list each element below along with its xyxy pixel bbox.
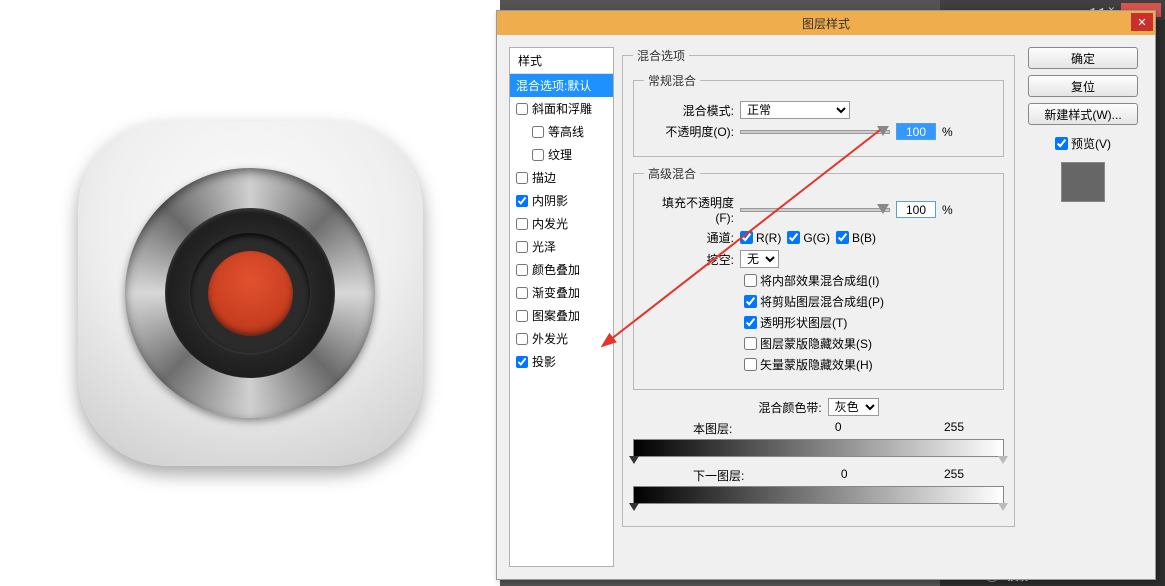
opt-layer-mask-hide[interactable]: 图层蒙版隐藏效果(S)	[744, 335, 872, 352]
dialog-title: 图层样式	[802, 15, 850, 32]
style-item-12[interactable]: 投影	[510, 350, 613, 373]
channel-b-checkbox[interactable]: B(B)	[836, 231, 876, 245]
canvas-area	[0, 0, 500, 586]
opt-inner-fx-group[interactable]: 将内部效果混合成组(I)	[744, 272, 879, 289]
blend-if-label: 混合颜色带:	[758, 399, 821, 416]
style-item-label: 纹理	[548, 146, 572, 163]
opacity-label: 不透明度(O):	[644, 123, 734, 140]
styles-list: 样式 混合选项:默认斜面和浮雕等高线纹理描边内阴影内发光光泽颜色叠加渐变叠加图案…	[509, 47, 614, 567]
range-high: 255	[944, 420, 964, 437]
range-high: 255	[944, 467, 964, 484]
artwork-inner-ring	[190, 233, 310, 353]
blending-options-panel: 混合选项 常规混合 混合模式: 正常 不透明度(O): % 高级混	[622, 47, 1015, 567]
blending-options-group: 混合选项 常规混合 混合模式: 正常 不透明度(O): % 高级混	[622, 47, 1015, 527]
style-checkbox[interactable]	[516, 310, 528, 322]
style-item-4[interactable]: 描边	[510, 166, 613, 189]
fill-opacity-slider[interactable]	[740, 208, 890, 212]
ok-button[interactable]: 确定	[1028, 47, 1138, 69]
style-item-label: 描边	[532, 169, 556, 186]
style-item-10[interactable]: 图案叠加	[510, 304, 613, 327]
general-blend-group: 常规混合 混合模式: 正常 不透明度(O): %	[633, 72, 1004, 157]
this-layer-label: 本图层:	[693, 420, 732, 437]
opt-clip-group[interactable]: 将剪贴图层混合成组(P)	[744, 293, 884, 310]
range-low: 0	[841, 467, 848, 484]
style-checkbox[interactable]	[532, 126, 544, 138]
style-item-label: 等高线	[548, 123, 584, 140]
style-checkbox[interactable]	[516, 333, 528, 345]
style-item-label: 外发光	[532, 330, 568, 347]
style-checkbox[interactable]	[516, 172, 528, 184]
reset-button[interactable]: 复位	[1028, 75, 1138, 97]
preview-swatch	[1061, 162, 1105, 202]
layer-style-dialog: 图层样式 ✕ 样式 混合选项:默认斜面和浮雕等高线纹理描边内阴影内发光光泽颜色叠…	[496, 10, 1156, 580]
style-item-label: 投影	[532, 353, 556, 370]
style-item-9[interactable]: 渐变叠加	[510, 281, 613, 304]
general-blend-legend: 常规混合	[644, 72, 700, 89]
style-item-6[interactable]: 内发光	[510, 212, 613, 235]
style-checkbox[interactable]	[516, 287, 528, 299]
advanced-blend-group: 高级混合 填充不透明度(F): % 通道: R(R) G(G) B(B)	[633, 165, 1004, 390]
opt-transparency-shapes[interactable]: 透明形状图层(T)	[744, 314, 847, 331]
channel-r-checkbox[interactable]: R(R)	[740, 231, 781, 245]
range-low: 0	[835, 420, 842, 437]
style-item-label: 图案叠加	[532, 307, 580, 324]
artwork-rounded-rect	[78, 121, 423, 466]
blend-mode-select[interactable]: 正常	[740, 101, 850, 119]
under-layer-blend-slider[interactable]	[633, 486, 1004, 504]
style-item-0[interactable]: 混合选项:默认	[510, 74, 613, 97]
style-item-1[interactable]: 斜面和浮雕	[510, 97, 613, 120]
preview-checkbox[interactable]: 预览(V)	[1055, 135, 1111, 152]
style-item-label: 混合选项:默认	[516, 77, 591, 94]
under-layer-label: 下一图层:	[693, 467, 744, 484]
fill-opacity-label: 填充不透明度(F):	[644, 194, 734, 225]
blending-options-legend: 混合选项	[633, 47, 689, 64]
style-checkbox[interactable]	[516, 218, 528, 230]
artwork-red-center	[208, 251, 293, 336]
style-item-7[interactable]: 光泽	[510, 235, 613, 258]
this-layer-blend-slider[interactable]	[633, 439, 1004, 457]
opt-vector-mask-hide[interactable]: 矢量蒙版隐藏效果(H)	[744, 356, 873, 373]
style-item-label: 渐变叠加	[532, 284, 580, 301]
advanced-blend-legend: 高级混合	[644, 165, 700, 182]
style-checkbox[interactable]	[532, 149, 544, 161]
artwork-dark-ring	[165, 208, 335, 378]
knockout-label: 挖空:	[644, 251, 734, 268]
dialog-close-button[interactable]: ✕	[1131, 13, 1153, 31]
dialog-title-bar[interactable]: 图层样式 ✕	[497, 11, 1155, 35]
style-checkbox[interactable]	[516, 264, 528, 276]
percent-label: %	[942, 203, 953, 217]
style-item-label: 光泽	[532, 238, 556, 255]
style-checkbox[interactable]	[516, 103, 528, 115]
opacity-input[interactable]	[896, 123, 936, 140]
knockout-select[interactable]: 无	[740, 250, 779, 268]
style-item-2[interactable]: 等高线	[510, 120, 613, 143]
artwork-metal-ring	[125, 168, 375, 418]
style-checkbox[interactable]	[516, 241, 528, 253]
style-item-label: 斜面和浮雕	[532, 100, 592, 117]
opacity-slider[interactable]	[740, 130, 890, 134]
channels-label: 通道:	[644, 229, 734, 246]
style-item-8[interactable]: 颜色叠加	[510, 258, 613, 281]
percent-label: %	[942, 125, 953, 139]
blend-if-select[interactable]: 灰色	[828, 398, 879, 416]
new-style-button[interactable]: 新建样式(W)...	[1028, 103, 1138, 125]
style-item-11[interactable]: 外发光	[510, 327, 613, 350]
style-item-label: 内阴影	[532, 192, 568, 209]
style-checkbox[interactable]	[516, 356, 528, 368]
channel-g-checkbox[interactable]: G(G)	[787, 231, 830, 245]
style-item-label: 内发光	[532, 215, 568, 232]
dialog-button-column: 确定 复位 新建样式(W)... 预览(V)	[1023, 47, 1143, 567]
blend-mode-label: 混合模式:	[644, 102, 734, 119]
style-item-3[interactable]: 纹理	[510, 143, 613, 166]
style-item-5[interactable]: 内阴影	[510, 189, 613, 212]
style-checkbox[interactable]	[516, 195, 528, 207]
styles-header: 样式	[510, 48, 613, 74]
fill-opacity-input[interactable]	[896, 201, 936, 218]
style-item-label: 颜色叠加	[532, 261, 580, 278]
